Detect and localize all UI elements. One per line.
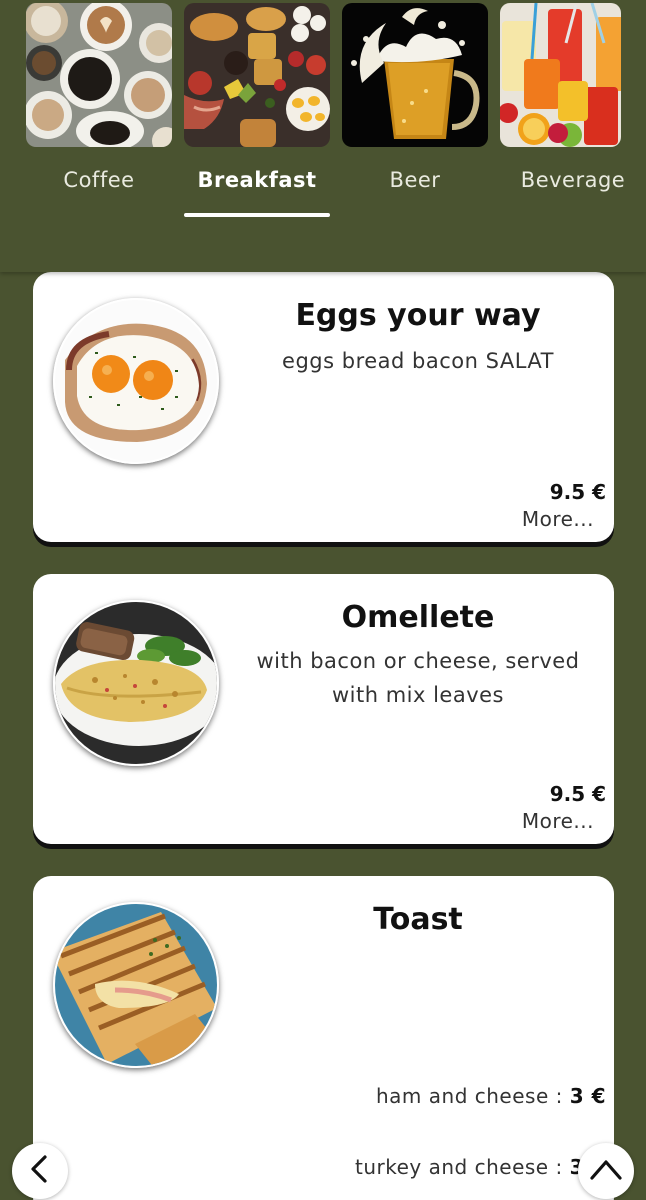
variant-name: turkey and cheese	[355, 1155, 549, 1179]
beer-thumbnail	[342, 3, 488, 147]
active-tab-indicator	[184, 213, 330, 217]
variant-name: ham and cheese	[375, 1084, 549, 1108]
dish-description-line: with bacon or cheese, served	[256, 649, 580, 673]
price-variant: turkey and cheese : 3	[355, 1155, 584, 1179]
beverage-thumbnail	[500, 3, 621, 147]
category-breakfast[interactable]: Breakfast	[184, 0, 330, 220]
more-link[interactable]: More...	[522, 507, 594, 531]
breakfast-thumbnail	[184, 3, 330, 147]
back-button[interactable]	[12, 1143, 68, 1199]
dish-title: Eggs your way	[295, 298, 541, 333]
dish-photo	[53, 902, 219, 1068]
dish-price: 9.5 €	[549, 782, 606, 806]
dish-description: eggs bread bacon SALAT	[282, 349, 554, 373]
category-label: Breakfast	[197, 168, 317, 192]
menu-item-card[interactable]: Toast ham and cheese : 3 € turkey and ch…	[33, 876, 614, 1200]
dish-photo	[53, 298, 219, 464]
menu-item-card[interactable]: Eggs your way eggs bread bacon SALAT 9.5…	[33, 272, 614, 542]
coffee-thumbnail	[26, 3, 172, 147]
dish-description-line: with mix leaves	[331, 683, 505, 707]
menu-item-card[interactable]: Omellete with bacon or cheese, served wi…	[33, 574, 614, 844]
dish-photo	[53, 600, 219, 766]
scroll-to-top-button[interactable]	[578, 1143, 634, 1199]
category-label: Beer	[389, 168, 441, 192]
chevron-up-icon	[589, 1154, 623, 1188]
dish-description: with bacon or cheese, served with mix le…	[238, 644, 598, 712]
more-link[interactable]: More...	[522, 809, 594, 833]
chevron-left-icon	[25, 1154, 55, 1188]
variant-separator: :	[548, 1155, 570, 1179]
price-variant: ham and cheese : 3 €	[376, 1084, 606, 1108]
category-label: Coffee	[63, 168, 135, 192]
dish-title: Toast	[373, 902, 463, 937]
variant-separator: :	[548, 1084, 570, 1108]
category-bar: Coffee Breakfast Beer Beverage	[0, 0, 646, 272]
dish-price: 9.5 €	[549, 480, 606, 504]
category-coffee[interactable]: Coffee	[26, 0, 172, 220]
category-beverage[interactable]: Beverage	[500, 0, 646, 220]
variant-price: 3 €	[569, 1084, 606, 1108]
dish-title: Omellete	[341, 600, 495, 635]
category-beer[interactable]: Beer	[342, 0, 488, 220]
category-label: Beverage	[520, 168, 626, 192]
